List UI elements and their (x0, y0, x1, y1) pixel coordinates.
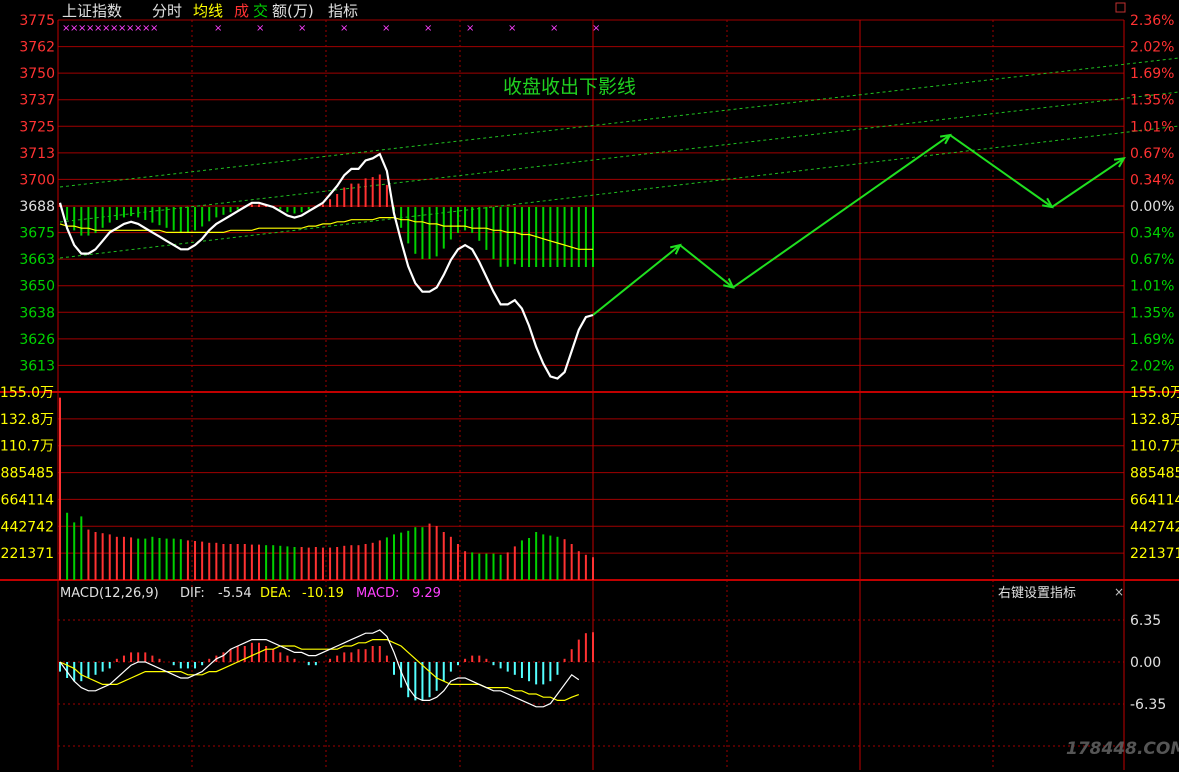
macd-label: MACD: (356, 586, 399, 601)
volume-tick-left: 155.0万 (0, 385, 54, 401)
chart-canvas: 上证指数 分时 均线 成 交 额(万) 指标 × × × × × × × × × × × × × × × × ×… (0, 2, 1179, 770)
pct-tick-right: 0.00% (1130, 199, 1174, 215)
volume-tick-right: 132.8万 (1130, 412, 1179, 428)
dif-value: -5.54 (218, 586, 252, 601)
cheng-label: 成 (234, 2, 249, 20)
macd-name[interactable]: MACD(12,26,9) (60, 586, 159, 601)
price-tick-left: 3713 (19, 146, 55, 162)
macd-tick: 6.35 (1130, 613, 1161, 629)
price-tick-left: 3663 (19, 252, 55, 268)
event-marker: × (214, 23, 222, 34)
jiao-label: 交 (253, 2, 268, 20)
pct-tick-right: 2.02% (1130, 40, 1174, 56)
price-tick-left: 3650 (19, 279, 55, 295)
macd-value: 9.29 (412, 586, 441, 601)
pct-tick-right: 2.02% (1130, 358, 1174, 374)
channel-line (59, 125, 1179, 259)
event-marker: × (466, 23, 474, 34)
volume-tick-right: 110.7万 (1130, 439, 1179, 455)
volume-bars (59, 397, 594, 580)
macd-tick: -6.35 (1130, 697, 1166, 713)
pct-tick-right: 0.67% (1130, 252, 1174, 268)
window-restore-icon[interactable] (1115, 2, 1126, 13)
projection-segment (949, 134, 1053, 208)
price-tick-left: 3762 (19, 40, 55, 56)
event-marker: × (256, 23, 264, 34)
pct-tick-right: 1.69% (1130, 332, 1174, 348)
volume-tick-right: 442742 (1130, 519, 1179, 535)
volume-tick-left: 664114 (1, 492, 55, 508)
pct-tick-right: 2.36% (1130, 13, 1174, 29)
axis-ticks: 3775 3762 3750 3737 3725 3713 3700 3688 3675 3663… (0, 13, 1179, 713)
close-icon[interactable]: × (1114, 585, 1124, 599)
event-marker: × (298, 23, 306, 34)
price-tick-left: 3613 (19, 358, 55, 374)
price-tick-left: 3725 (19, 119, 55, 135)
price-tick-left: 3688 (19, 199, 55, 215)
volume-tick-left: 132.8万 (0, 412, 54, 428)
pct-tick-right: 0.67% (1130, 146, 1174, 162)
event-marker: × (508, 23, 516, 34)
projection-segment (592, 244, 681, 316)
indicator-menu[interactable]: 指标 (328, 2, 358, 20)
pct-tick-right: 0.34% (1130, 226, 1174, 242)
pct-tick-right: 1.35% (1130, 93, 1174, 109)
pct-tick-right: 1.01% (1130, 119, 1174, 135)
event-marker: × (340, 23, 348, 34)
right-click-settings[interactable]: 右键设置指标 (998, 586, 1076, 601)
price-tick-left: 3700 (19, 172, 55, 188)
dea-label: DEA: (260, 586, 291, 601)
volume-tick-right: 885485 (1130, 466, 1179, 482)
volume-tick-right: 221371 (1130, 546, 1179, 562)
volume-tick-right: 664114 (1130, 492, 1179, 508)
volume-tick-left: 110.7万 (0, 439, 54, 455)
volume-tick-left: 442742 (1, 519, 54, 535)
pct-tick-right: 0.34% (1130, 172, 1174, 188)
price-tick-left: 3626 (19, 332, 55, 348)
event-marker: × (550, 23, 558, 34)
price-tick-left: 3775 (19, 13, 55, 29)
dea-value: -10.19 (302, 586, 344, 601)
volume-tick-left: 221371 (1, 546, 54, 562)
projection-segment (1051, 157, 1125, 208)
grid (0, 19, 1179, 770)
price-tick-left: 3675 (19, 226, 55, 242)
dif-label: DIF: (180, 586, 205, 601)
timeframe-label[interactable]: 分时 (152, 2, 182, 20)
price-tick-left: 3737 (19, 93, 55, 109)
macd-tick: 0.00 (1130, 655, 1161, 671)
event-marker: × (424, 23, 432, 34)
event-markers: × × × × × × × × × × × × × × × × × × × × × × (62, 23, 600, 34)
watermark: 178448.COM (1066, 739, 1179, 759)
price-tick-left: 3638 (19, 305, 55, 321)
avg-price-line (59, 217, 593, 250)
event-marker: × (382, 23, 390, 34)
projection-segment (679, 244, 734, 289)
event-marker: × (150, 23, 158, 34)
event-marker: × (592, 23, 600, 34)
chart-header: 上证指数 分时 均线 成 交 额(万) 指标 (62, 2, 1126, 20)
annotation-text: 收盘收出下影线 (503, 76, 636, 98)
price-tick-left: 3750 (19, 66, 55, 82)
projection-arrows (592, 133, 1126, 316)
channel-line (59, 91, 1179, 223)
volume-tick-left: 885485 (1, 466, 54, 482)
volume-tick-right: 155.0万 (1130, 385, 1179, 401)
pct-tick-right: 1.01% (1130, 279, 1174, 295)
projection-segment (732, 134, 951, 289)
pct-tick-right: 1.35% (1130, 305, 1174, 321)
index-name[interactable]: 上证指数 (62, 2, 122, 20)
avg-line-label: 均线 (193, 2, 223, 20)
macd-header: MACD(12,26,9) DIF: -5.54 DEA: -10.19 MAC… (60, 585, 1124, 601)
amount-label: 额(万) (272, 2, 314, 20)
pct-tick-right: 1.69% (1130, 66, 1174, 82)
